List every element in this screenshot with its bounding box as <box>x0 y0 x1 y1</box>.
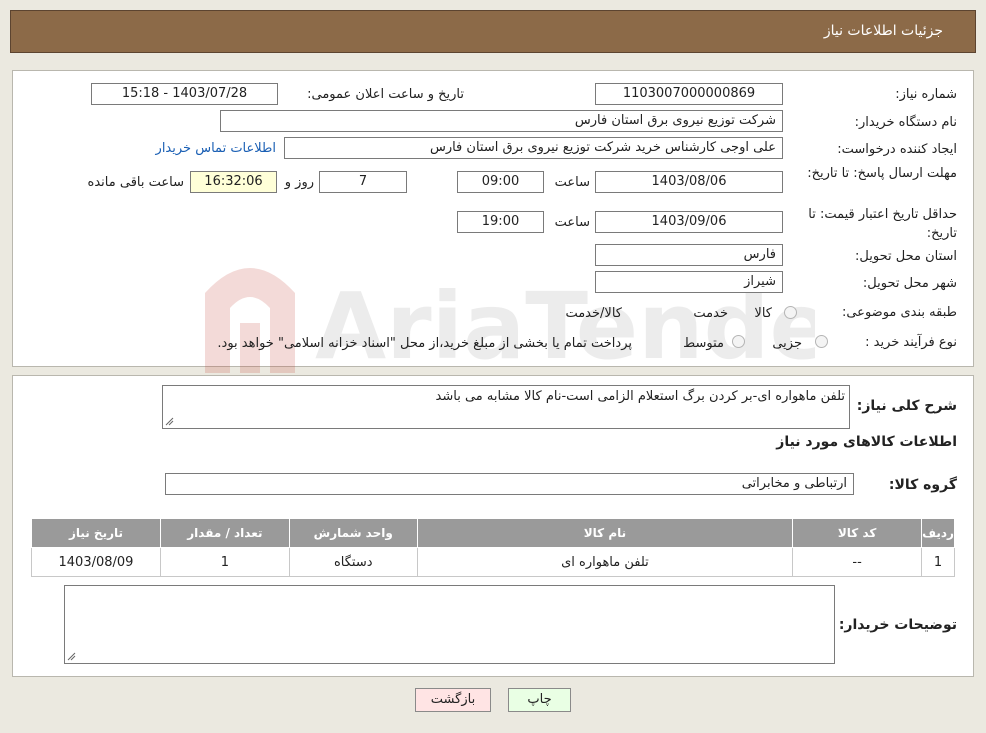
print-button[interactable]: چاپ <box>508 688 571 712</box>
remaining-time-field: 16:32:06 <box>190 171 277 193</box>
cell-code: -- <box>792 547 923 577</box>
summary-textarea[interactable]: تلفن ماهواره ای-بر کردن برگ استعلام الزا… <box>162 385 850 429</box>
cell-row: 1 <box>921 547 955 577</box>
validity-time-label: ساعت <box>554 215 590 230</box>
buyer-contact-link[interactable]: اطلاعات تماس خریدار <box>156 141 276 156</box>
process-option-minor: جزیی <box>772 336 802 351</box>
buyer-notes-textarea[interactable] <box>64 585 835 664</box>
need-number-field: 1103007000000869 <box>595 83 783 105</box>
items-table: ردیف کد کالا نام کالا واحد شمارش تعداد /… <box>31 518 955 577</box>
announce-label: تاریخ و ساعت اعلان عمومی: <box>307 87 464 102</box>
cell-date: 1403/08/09 <box>31 547 161 577</box>
process-option-medium: متوسط <box>683 336 724 351</box>
process-radio-medium[interactable] <box>732 335 745 348</box>
province-label: استان محل تحویل: <box>855 249 957 264</box>
resize-grip-icon[interactable] <box>67 652 76 661</box>
announce-date-field: 1403/07/28 - 15:18 <box>91 83 278 105</box>
cell-name: تلفن ماهواره ای <box>416 547 794 577</box>
deadline-time-field: 09:00 <box>457 171 544 193</box>
items-section-title: اطلاعات کالاهای مورد نیاز <box>776 434 957 450</box>
category-option-goods-service: کالا/خدمت <box>565 306 622 321</box>
deadline-time-label: ساعت <box>554 175 590 190</box>
cell-qty: 1 <box>159 547 290 577</box>
buyer-org-label: نام دستگاه خریدار: <box>854 115 957 130</box>
category-option-goods: کالا <box>754 306 772 321</box>
process-label: نوع فرآیند خرید : <box>865 335 957 350</box>
deadline-date-field: 1403/08/06 <box>595 171 783 193</box>
col-row-header: ردیف <box>921 518 955 548</box>
col-code-header: کد کالا <box>792 518 923 548</box>
creator-label: ایجاد کننده درخواست: <box>837 142 957 157</box>
need-number-label: شماره نیاز: <box>895 87 957 102</box>
days-label: روز و <box>284 175 314 190</box>
table-row: 1 -- تلفن ماهواره ای دستگاه 1 1403/08/09 <box>31 547 955 577</box>
table-header-row: ردیف کد کالا نام کالا واحد شمارش تعداد /… <box>31 518 955 548</box>
group-label: گروه کالا: <box>888 477 957 493</box>
process-note: پرداخت تمام یا بخشی از مبلغ خرید،از محل … <box>217 336 632 351</box>
page-header: جزئیات اطلاعات نیاز <box>10 10 976 53</box>
resize-grip-icon[interactable] <box>165 417 174 426</box>
category-label: طبقه بندی موضوعی: <box>841 305 957 320</box>
group-field: ارتباطی و مخابراتی <box>165 473 854 495</box>
back-button[interactable]: بازگشت <box>415 688 491 712</box>
col-unit-header: واحد شمارش <box>288 518 418 548</box>
validity-time-field: 19:00 <box>457 211 544 233</box>
remaining-label: ساعت باقی مانده <box>87 175 184 190</box>
deadline-label: مهلت ارسال پاسخ: تا تاریخ: <box>807 166 957 181</box>
buyer-notes-label: توضیحات خریدار: <box>838 617 957 633</box>
cell-unit: دستگاه <box>288 547 418 577</box>
process-radio-minor[interactable] <box>815 335 828 348</box>
days-field: 7 <box>319 171 407 193</box>
category-radio-goods[interactable] <box>784 306 797 319</box>
category-option-service: خدمت <box>693 306 728 321</box>
validity-label: حداقل تاریخ اعتبار قیمت: تا تاریخ: <box>808 207 957 241</box>
validity-date-field: 1403/09/06 <box>595 211 783 233</box>
city-field: شیراز <box>595 271 783 293</box>
province-field: فارس <box>595 244 783 266</box>
summary-text: تلفن ماهواره ای-بر کردن برگ استعلام الزا… <box>435 389 845 404</box>
creator-field: علی اوجی کارشناس خرید شرکت توزیع نیروی ب… <box>284 137 783 159</box>
summary-label: شرح کلی نیاز: <box>856 398 957 414</box>
buyer-org-field: شرکت توزیع نیروی برق استان فارس <box>220 110 783 132</box>
col-date-header: تاریخ نیاز <box>31 518 161 548</box>
page-title: جزئیات اطلاعات نیاز <box>823 23 943 39</box>
col-name-header: نام کالا <box>416 518 794 548</box>
city-label: شهر محل تحویل: <box>862 276 957 291</box>
col-qty-header: تعداد / مقدار <box>159 518 290 548</box>
